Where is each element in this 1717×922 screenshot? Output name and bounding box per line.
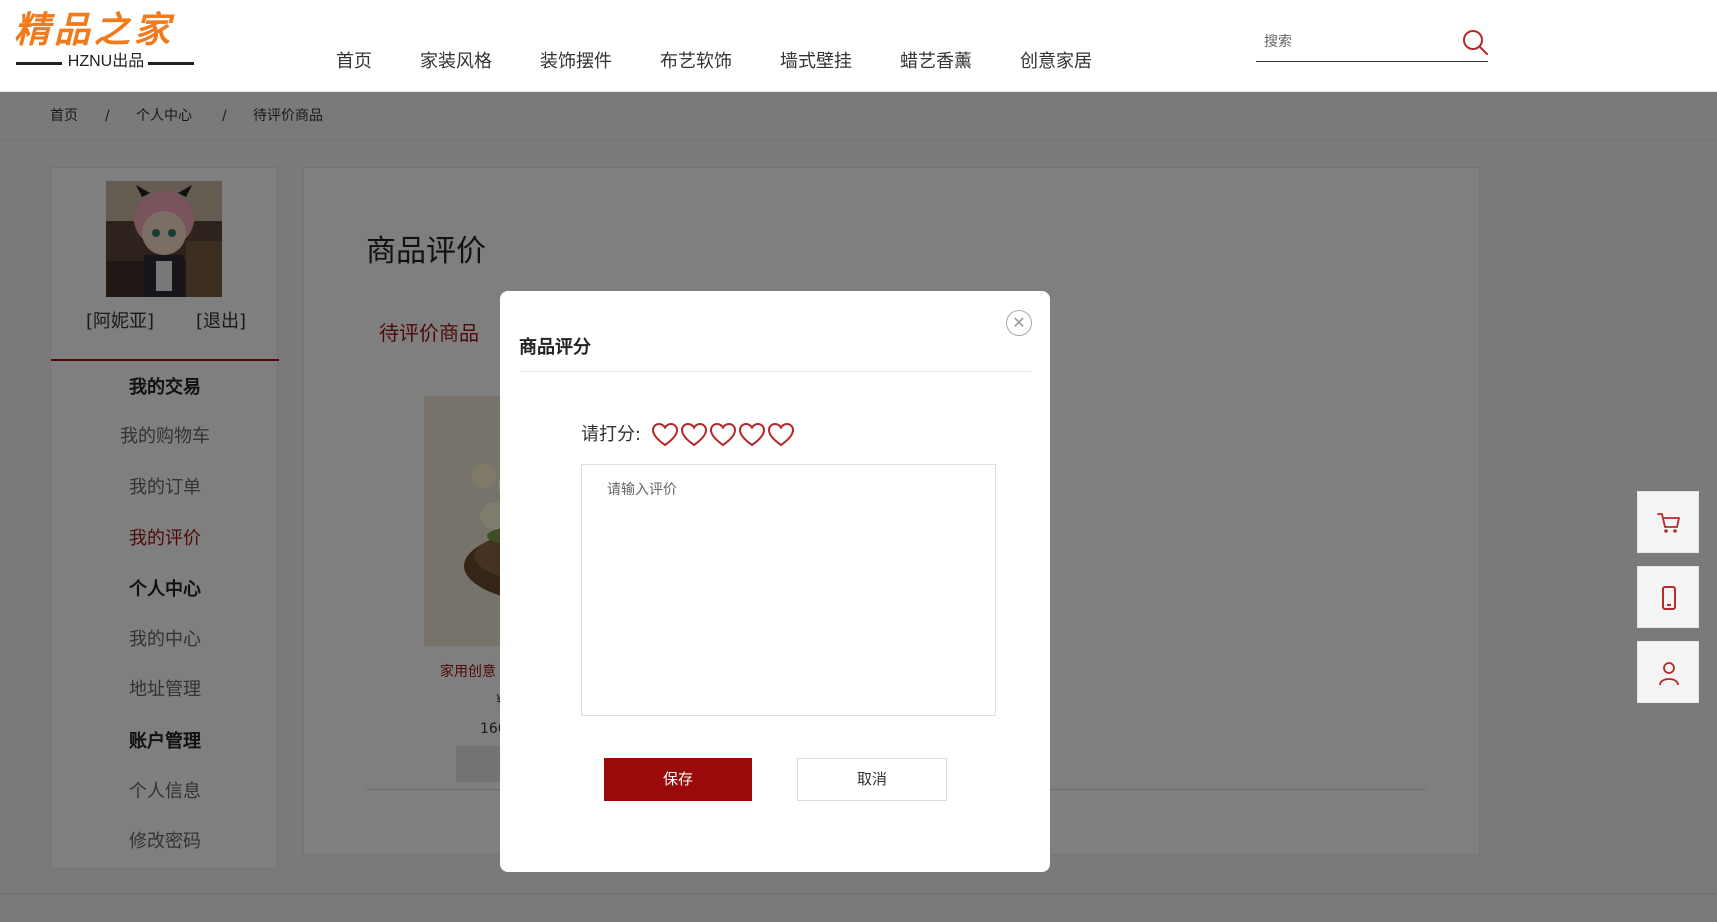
nav-item-creative[interactable]: 创意家居 xyxy=(1020,50,1092,74)
save-button[interactable]: 保存 xyxy=(604,758,752,801)
logo-title: 精品之家 xyxy=(14,9,175,51)
float-cart-button[interactable] xyxy=(1637,491,1699,553)
float-mobile-button[interactable] xyxy=(1637,566,1699,628)
nav-item-home[interactable]: 首页 xyxy=(336,50,372,74)
mobile-icon xyxy=(1662,586,1676,610)
search-box xyxy=(1256,26,1488,62)
search-input[interactable] xyxy=(1264,30,1444,54)
logo-rule-right xyxy=(148,62,194,65)
nav-item-fabric[interactable]: 布艺软饰 xyxy=(660,50,732,74)
review-modal: ✕ 商品评分 请打分: 保存 取消 xyxy=(500,291,1050,872)
comment-textarea[interactable] xyxy=(581,464,996,716)
nav-item-wall[interactable]: 墙式壁挂 xyxy=(780,50,852,74)
heart-icon[interactable] xyxy=(680,421,708,449)
logo-rule-left xyxy=(16,62,62,65)
nav-item-decor[interactable]: 装饰摆件 xyxy=(540,50,612,74)
heart-icon[interactable] xyxy=(651,421,679,449)
site-logo[interactable]: 精品之家 HZNU出品 xyxy=(14,10,194,72)
close-icon[interactable]: ✕ xyxy=(1006,310,1032,336)
logo-subtitle-row: HZNU出品 xyxy=(14,52,194,72)
cart-icon xyxy=(1657,513,1680,533)
site-header: 精品之家 HZNU出品 首页 家装风格 装饰摆件 布艺软饰 墙式壁挂 蜡艺香薰 … xyxy=(0,0,1717,92)
heart-icon[interactable] xyxy=(738,421,766,449)
nav-item-candle[interactable]: 蜡艺香薰 xyxy=(900,50,972,74)
cancel-button[interactable]: 取消 xyxy=(797,758,947,801)
modal-title: 商品评分 xyxy=(519,337,591,358)
modal-divider xyxy=(519,371,1031,372)
search-icon[interactable] xyxy=(1461,28,1489,56)
heart-icon[interactable] xyxy=(709,421,737,449)
heart-icon[interactable] xyxy=(767,421,795,449)
logo-subtitle: HZNU出品 xyxy=(67,53,145,70)
nav-item-style[interactable]: 家装风格 xyxy=(420,50,492,74)
float-user-button[interactable] xyxy=(1637,641,1699,703)
user-icon xyxy=(1659,662,1679,686)
rating-label: 请打分: xyxy=(581,424,642,445)
